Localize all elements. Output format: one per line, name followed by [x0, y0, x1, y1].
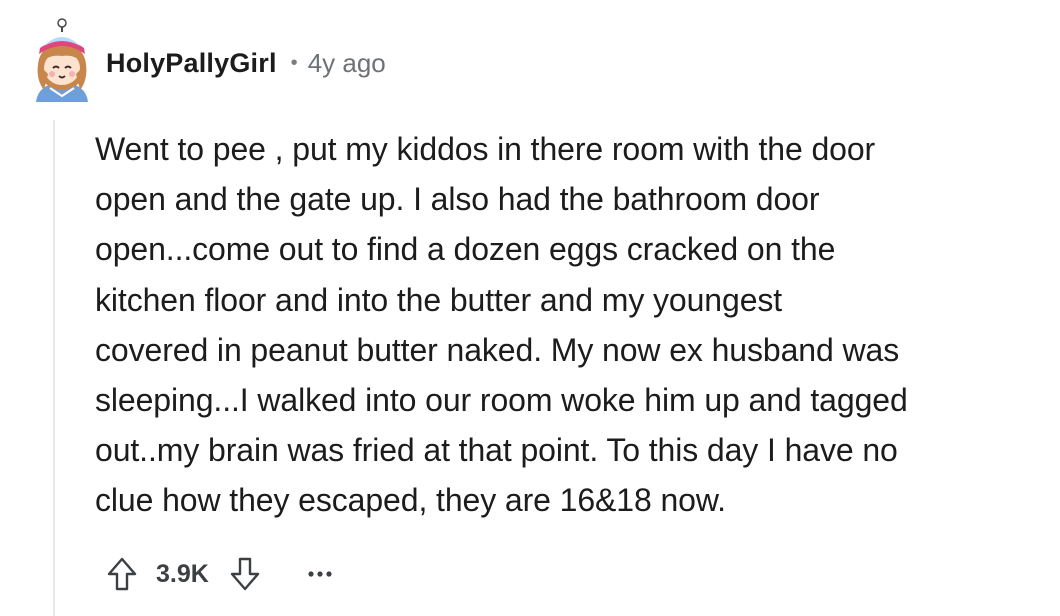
comment-line: Went to pee , put my kiddos in there roo… — [95, 131, 876, 167]
thread-line[interactable] — [53, 120, 55, 616]
comment-body: Went to pee , put my kiddos in there roo… — [95, 124, 1045, 526]
downvote-arrow-icon[interactable] — [227, 554, 263, 594]
more-options-icon[interactable] — [303, 554, 337, 594]
comment-line: sleeping...I walked into our room woke h… — [95, 382, 908, 419]
meta-separator: • — [290, 51, 298, 74]
vote-score: 3.9K — [156, 559, 209, 588]
comment-actions: 3.9K — [104, 552, 337, 596]
comment-header: HolyPallyGirl • 4y ago — [24, 18, 386, 108]
comment-age: 4y ago — [307, 47, 386, 78]
snoo-avatar-icon[interactable] — [24, 18, 100, 108]
upvote-arrow-icon[interactable] — [104, 554, 140, 594]
comment-line: open...come out to find a dozen eggs cra… — [95, 231, 836, 268]
comment-line: kitchen floor and into the butter and my… — [95, 281, 783, 318]
comment-line: open and the gate up. I also had the bat… — [95, 181, 820, 218]
comment-author[interactable]: HolyPallyGirl — [106, 48, 277, 79]
comment-line: clue how they escaped, they are 16&18 no… — [95, 482, 726, 519]
comment-line: covered in peanut butter naked. My now e… — [95, 331, 900, 368]
comment-line: out..my brain was fried at that point. T… — [95, 432, 898, 469]
